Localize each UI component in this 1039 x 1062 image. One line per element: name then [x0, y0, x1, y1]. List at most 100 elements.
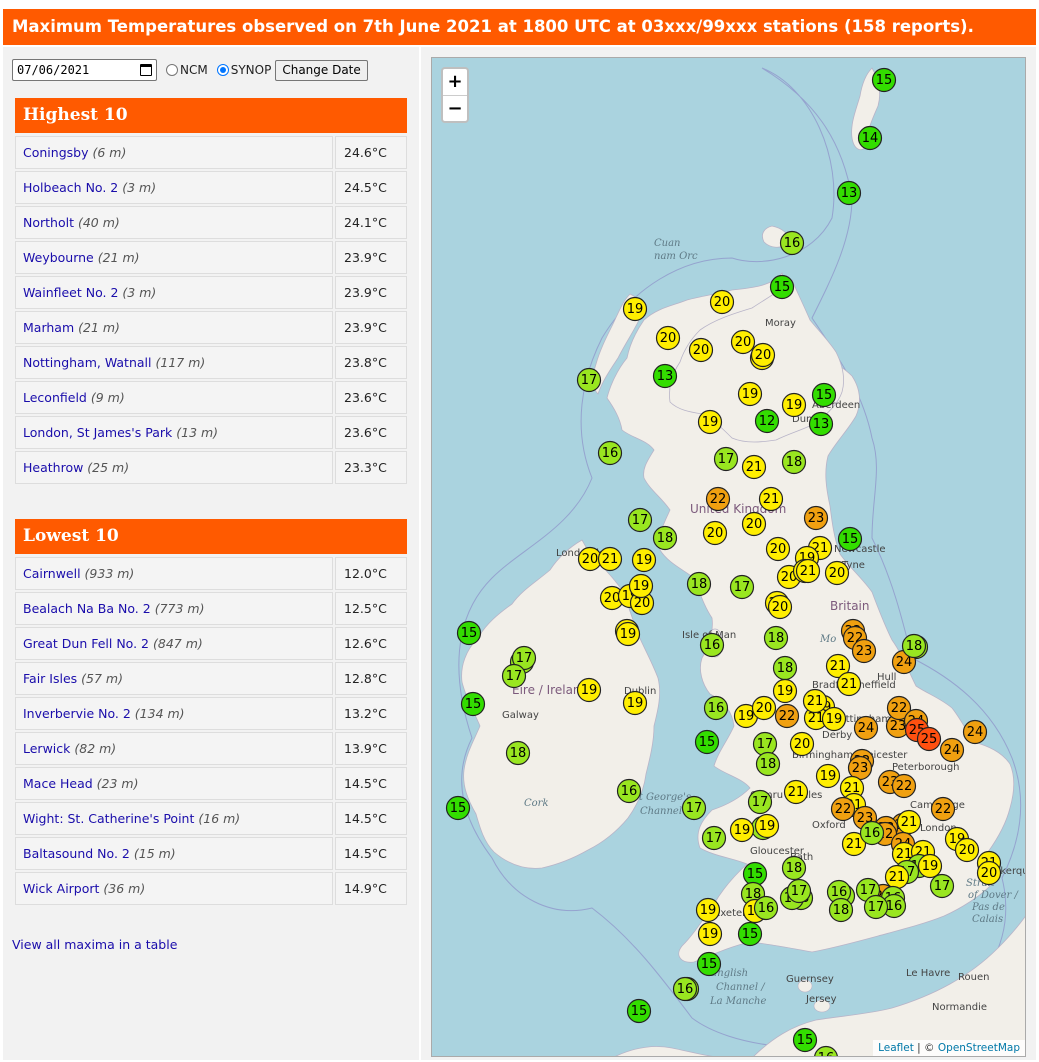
- temperature-marker[interactable]: 19: [781, 392, 807, 418]
- temperature-marker[interactable]: 24: [853, 715, 879, 741]
- change-date-button[interactable]: Change Date: [275, 59, 368, 81]
- temperature-marker[interactable]: 21: [884, 864, 910, 890]
- temperature-marker[interactable]: 12: [754, 408, 780, 434]
- station-name-cell[interactable]: Weybourne (21 m): [15, 241, 333, 274]
- temperature-marker[interactable]: 18: [686, 571, 712, 597]
- temperature-marker[interactable]: 20: [824, 560, 850, 586]
- station-name-link[interactable]: Weybourne: [23, 250, 94, 265]
- temperature-marker[interactable]: 20: [750, 342, 776, 368]
- temperature-marker[interactable]: 17: [501, 663, 527, 689]
- radio-synop[interactable]: [216, 64, 229, 76]
- leaflet-link[interactable]: Leaflet: [878, 1042, 914, 1054]
- temperature-marker[interactable]: 15: [737, 921, 763, 947]
- temperature-marker[interactable]: 22: [930, 796, 956, 822]
- temperature-marker[interactable]: 17: [729, 574, 755, 600]
- temperature-marker[interactable]: 18: [755, 751, 781, 777]
- temperature-marker[interactable]: 19: [631, 547, 657, 573]
- station-name-link[interactable]: Heathrow: [23, 460, 83, 475]
- temperature-marker[interactable]: 18: [772, 655, 798, 681]
- temperature-marker[interactable]: 15: [460, 691, 486, 717]
- temperature-marker[interactable]: 19: [628, 573, 654, 599]
- temperature-marker[interactable]: 24: [939, 737, 965, 763]
- station-name-cell[interactable]: Wight: St. Catherine's Point (16 m): [15, 802, 333, 835]
- temperature-marker[interactable]: 19: [821, 706, 847, 732]
- station-name-link[interactable]: Leconfield: [23, 390, 87, 405]
- temperature-marker[interactable]: 22: [774, 703, 800, 729]
- temperature-marker[interactable]: 16: [859, 820, 885, 846]
- temperature-marker[interactable]: 16: [616, 778, 642, 804]
- temperature-marker[interactable]: 16: [753, 895, 779, 921]
- temperature-marker[interactable]: 15: [694, 729, 720, 755]
- temperature-marker[interactable]: 19: [815, 763, 841, 789]
- temperature-marker[interactable]: 15: [769, 274, 795, 300]
- temperature-marker[interactable]: 19: [576, 677, 602, 703]
- station-name-link[interactable]: Nottingham, Watnall: [23, 355, 152, 370]
- temperature-marker[interactable]: 16: [597, 440, 623, 466]
- temperature-marker[interactable]: 16: [703, 695, 729, 721]
- temperature-marker[interactable]: 19: [697, 409, 723, 435]
- temperature-marker[interactable]: 13: [836, 180, 862, 206]
- station-name-cell[interactable]: Leconfield (9 m): [15, 381, 333, 414]
- temperature-marker[interactable]: 19: [695, 897, 721, 923]
- temperature-marker[interactable]: 17: [576, 367, 602, 393]
- temperature-marker[interactable]: 17: [701, 825, 727, 851]
- station-name-cell[interactable]: Wick Airport (36 m): [15, 872, 333, 905]
- temperature-marker[interactable]: 15: [696, 951, 722, 977]
- temperature-marker[interactable]: 25: [916, 726, 942, 752]
- temperature-marker[interactable]: 18: [763, 625, 789, 651]
- station-name-link[interactable]: Baltasound No. 2: [23, 846, 130, 861]
- station-name-cell[interactable]: Coningsby (6 m): [15, 136, 333, 169]
- calendar-icon[interactable]: [140, 64, 152, 76]
- temperature-marker[interactable]: 17: [752, 731, 778, 757]
- temperature-marker[interactable]: 20: [765, 536, 791, 562]
- temperature-marker[interactable]: 19: [729, 817, 755, 843]
- station-name-cell[interactable]: Mace Head (23 m): [15, 767, 333, 800]
- temperature-marker[interactable]: 23: [803, 505, 829, 531]
- station-name-cell[interactable]: Fair Isles (57 m): [15, 662, 333, 695]
- temperature-marker[interactable]: 20: [789, 731, 815, 757]
- osm-link[interactable]: OpenStreetMap: [938, 1042, 1020, 1054]
- temperature-marker[interactable]: 15: [837, 526, 863, 552]
- station-name-link[interactable]: Mace Head: [23, 776, 93, 791]
- station-name-link[interactable]: Lerwick: [23, 741, 70, 756]
- station-name-link[interactable]: Cairnwell: [23, 566, 81, 581]
- temperature-marker[interactable]: 20: [709, 289, 735, 315]
- station-name-cell[interactable]: Wainfleet No. 2 (3 m): [15, 276, 333, 309]
- station-name-link[interactable]: Coningsby: [23, 145, 88, 160]
- temperature-marker[interactable]: 20: [655, 325, 681, 351]
- temperature-marker[interactable]: 21: [597, 546, 623, 572]
- map[interactable]: MorayAberdeenDundeeUnited KingdomNewcast…: [431, 57, 1026, 1057]
- station-name-cell[interactable]: Nottingham, Watnall (117 m): [15, 346, 333, 379]
- temperature-marker[interactable]: 20: [767, 594, 793, 620]
- temperature-marker[interactable]: 21: [795, 558, 821, 584]
- view-all-link[interactable]: View all maxima in a table: [12, 937, 177, 952]
- temperature-marker[interactable]: 18: [505, 740, 531, 766]
- station-name-cell[interactable]: Inverbervie No. 2 (134 m): [15, 697, 333, 730]
- temperature-marker[interactable]: 20: [702, 520, 728, 546]
- temperature-marker[interactable]: 15: [456, 620, 482, 646]
- temperature-marker[interactable]: 17: [627, 507, 653, 533]
- temperature-marker[interactable]: 18: [828, 897, 854, 923]
- temperature-marker[interactable]: 21: [802, 688, 828, 714]
- station-name-link[interactable]: Bealach Na Ba No. 2: [23, 601, 151, 616]
- temperature-marker[interactable]: 18: [781, 449, 807, 475]
- temperature-marker[interactable]: 19: [622, 690, 648, 716]
- temperature-marker[interactable]: 15: [811, 382, 837, 408]
- temperature-marker[interactable]: 22: [830, 796, 856, 822]
- temperature-marker[interactable]: 19: [622, 296, 648, 322]
- temperature-marker[interactable]: 15: [742, 861, 768, 887]
- temperature-marker[interactable]: 21: [758, 486, 784, 512]
- temperature-marker[interactable]: 19: [737, 381, 763, 407]
- station-name-link[interactable]: Marham: [23, 320, 74, 335]
- temperature-marker[interactable]: 15: [792, 1027, 818, 1053]
- station-name-link[interactable]: London, St James's Park: [23, 425, 172, 440]
- station-name-link[interactable]: Great Dun Fell No. 2: [23, 636, 149, 651]
- temperature-marker[interactable]: 17: [747, 789, 773, 815]
- temperature-marker[interactable]: 16: [699, 632, 725, 658]
- temperature-marker[interactable]: 18: [652, 525, 678, 551]
- temperature-marker[interactable]: 14: [857, 125, 883, 151]
- temperature-marker[interactable]: 21: [783, 779, 809, 805]
- temperature-marker[interactable]: 15: [445, 795, 471, 821]
- station-name-link[interactable]: Wight: St. Catherine's Point: [23, 811, 194, 826]
- temperature-marker[interactable]: 15: [626, 998, 652, 1024]
